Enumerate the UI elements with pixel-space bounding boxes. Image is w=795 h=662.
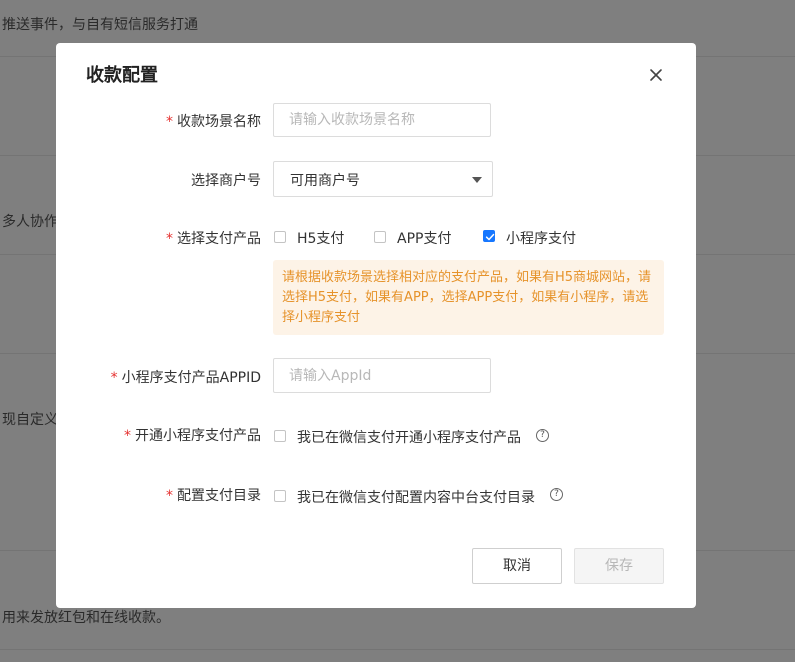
appid-label: * 小程序支付产品APPID	[110, 370, 261, 386]
merchant-select[interactable]: 可用商户号	[273, 161, 493, 197]
required-mark: *	[166, 488, 173, 504]
mini-program-pay-label[interactable]: 小程序支付	[506, 228, 576, 248]
open-product-checkbox-label[interactable]: 我已在微信支付开通小程序支付产品	[297, 427, 521, 447]
help-icon[interactable]: ?	[550, 488, 563, 501]
caret-down-icon	[472, 177, 482, 183]
scene-name-input[interactable]	[273, 103, 491, 137]
help-icon[interactable]: ?	[536, 429, 549, 442]
required-mark: *	[124, 428, 131, 444]
scene-name-label: * 收款场景名称	[166, 114, 261, 130]
appid-input[interactable]	[273, 358, 491, 393]
h5-pay-label[interactable]: H5支付	[297, 228, 344, 248]
dialog-title: 收款配置	[86, 65, 158, 86]
merchant-select-value: 可用商户号	[290, 173, 360, 189]
close-button[interactable]	[644, 63, 668, 87]
merchant-label: 选择商户号	[191, 173, 261, 189]
open-product-label: * 开通小程序支付产品	[124, 428, 261, 444]
required-mark: *	[166, 231, 173, 247]
required-mark: *	[166, 114, 173, 130]
pay-dir-label: * 配置支付目录	[166, 488, 261, 504]
pay-product-notice: 请根据收款场景选择相对应的支付产品，如果有H5商城网站，请选择H5支付，如果有A…	[273, 260, 664, 335]
save-button[interactable]: 保存	[574, 548, 664, 584]
required-mark: *	[110, 370, 118, 386]
mini-program-pay-checkbox[interactable]	[483, 230, 495, 242]
app-pay-checkbox[interactable]	[374, 231, 386, 243]
cancel-button[interactable]: 取消	[472, 548, 562, 584]
app-pay-label[interactable]: APP支付	[397, 228, 451, 248]
open-product-checkbox[interactable]	[274, 430, 286, 442]
pay-product-label: * 选择支付产品	[166, 231, 261, 247]
pay-dir-checkbox-label[interactable]: 我已在微信支付配置内容中台支付目录	[297, 487, 535, 507]
h5-pay-checkbox[interactable]	[274, 231, 286, 243]
payment-config-dialog: 收款配置 *收款场景名称 选择商户号 可用商户号 *选择支付产品 H5支付 AP…	[56, 43, 696, 608]
close-icon	[650, 69, 662, 81]
check-icon	[485, 233, 495, 241]
pay-dir-checkbox[interactable]	[274, 490, 286, 502]
